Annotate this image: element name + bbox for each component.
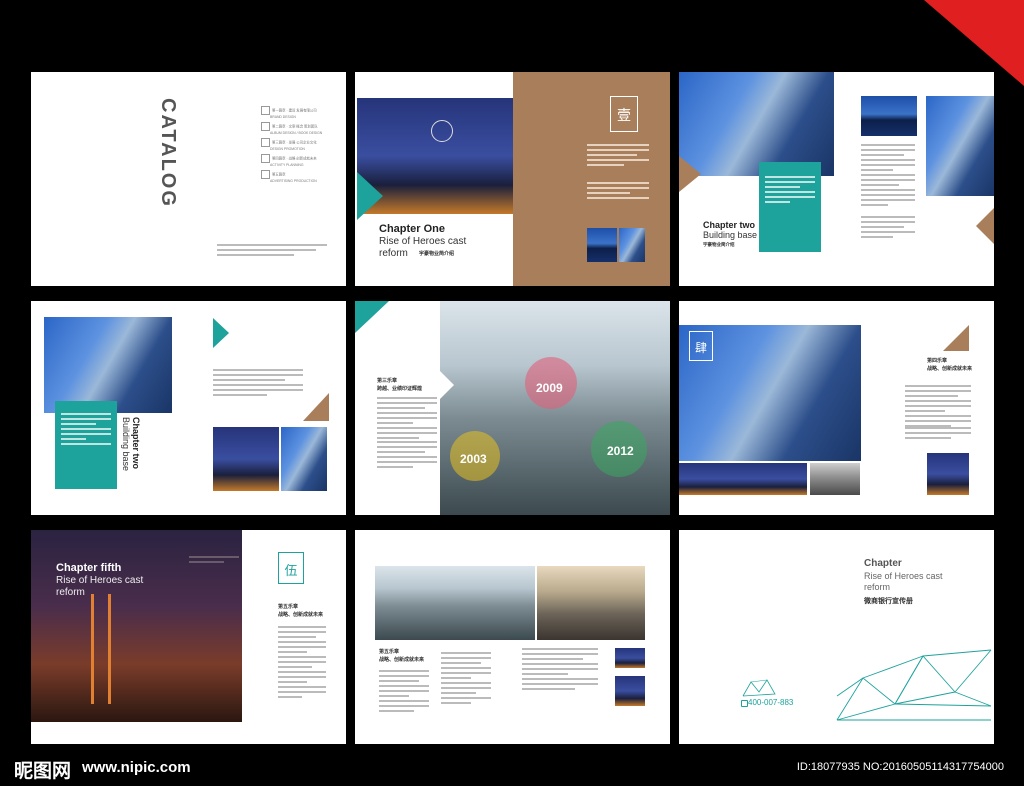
catalog-item[interactable]: 第五篇章 ADVERTISING PRODUCTION xyxy=(261,170,317,184)
chapter-cn: 微商银行宣传册 xyxy=(864,598,913,605)
ferris-wheel-icon xyxy=(431,120,453,142)
text-block xyxy=(189,556,239,566)
year-label: 2009 xyxy=(536,381,563,395)
chapter-subtitle: reform xyxy=(56,587,85,598)
spread-back-cover[interactable]: 400-007-883 Chapter Rise of Heroes cast … xyxy=(679,530,994,744)
heading-cn: 跨越、业绩印证辉煌 xyxy=(377,386,423,392)
tower-photo xyxy=(281,427,327,491)
catalog-title: CATALOG xyxy=(157,98,179,208)
bridge-tower-icon xyxy=(91,594,111,704)
skyscraper-photo xyxy=(44,317,172,413)
spread-chapter-five-b[interactable]: 第五乐章 战略、创新成就未来 xyxy=(355,530,670,744)
chapter-title: Chapter fifth xyxy=(56,562,122,574)
arrow-notch xyxy=(440,371,454,399)
city-photo xyxy=(861,96,917,136)
brown-triangle xyxy=(679,156,701,192)
teal-triangle xyxy=(355,301,389,333)
night-city-photo xyxy=(679,463,807,495)
logo-polygon-icon xyxy=(742,679,776,697)
chapter-subtitle: Building base xyxy=(703,230,758,240)
heading-cn: 战略、创新成就未来 xyxy=(379,657,425,663)
spread-chapter-two[interactable]: Chapter two Building base 宇豪物业简介绍 xyxy=(679,72,994,286)
phone-icon xyxy=(741,700,748,707)
building-photo xyxy=(537,566,645,640)
tower-photo xyxy=(619,228,645,262)
heading-cn: 第五乐章 xyxy=(379,649,400,655)
chapter-title: Chapter xyxy=(864,558,902,569)
watermark-logo: 昵图网 xyxy=(14,761,72,782)
chapter-subtitle: Rise of Heroes cast xyxy=(56,575,144,586)
chapter-subtitle: Rise of Heroes cast xyxy=(379,236,467,247)
geometric-lines-graphic xyxy=(836,649,992,721)
spread-catalog[interactable]: CATALOG 第一篇章 · 建设 发展有限公司 BRAND DESIGN 第二篇… xyxy=(31,72,346,286)
city-photo xyxy=(587,228,617,262)
text-block xyxy=(861,144,915,209)
spread-chapter-one[interactable]: Chapter One Rise of Heroes cast reform 宇… xyxy=(355,72,670,286)
catalog-item[interactable]: 第一篇章 · 建设 发展有限公司 BRAND DESIGN xyxy=(261,106,317,120)
chapter-title-vertical: Chapter two Building base xyxy=(121,417,141,472)
text-block xyxy=(905,385,971,430)
year-label: 2012 xyxy=(607,444,634,458)
catalog-item[interactable]: 第二篇章 · 文案 概念 策划团队 ALBUM DESIGN / BOOK DES… xyxy=(261,122,322,136)
teal-triangle xyxy=(213,318,229,348)
chapter-cn: 宇豪物业简介绍 xyxy=(419,251,455,257)
heading-cn: 第五乐章 xyxy=(278,604,299,610)
text-block xyxy=(278,626,326,701)
chapter-seal: 肆 xyxy=(689,331,713,361)
heading-cn: 第三乐章 xyxy=(377,378,398,384)
text-block xyxy=(441,652,491,707)
catalog-item[interactable]: 第四篇章 · 战略 创新成就未来 ACTIVITY PLANNING xyxy=(261,154,317,168)
text-block xyxy=(522,648,598,693)
heading-cn: 战略、创新成就未来 xyxy=(278,612,324,618)
brown-triangle xyxy=(943,325,969,351)
text-block xyxy=(905,427,971,442)
text-block xyxy=(217,244,327,259)
spread-timeline[interactable]: 第三乐章 跨越、业绩印证辉煌 2009 2003 2012 xyxy=(355,301,670,515)
text-block xyxy=(377,397,437,442)
brown-triangle xyxy=(303,393,329,421)
chapter-title: Chapter two xyxy=(703,220,756,230)
heading-cn: 战略、创新成就未来 xyxy=(927,366,973,372)
spread-chapter-two-b[interactable]: Chapter two Building base xyxy=(31,301,346,515)
catalog-item[interactable]: 第三篇章 · 发展 公司企业文化 DESIGN PROMOTION xyxy=(261,138,317,152)
year-label: 2003 xyxy=(460,452,487,466)
chapter-seal: 壹 xyxy=(610,96,638,132)
chapter-subtitle: reform xyxy=(379,248,408,259)
chapter-subtitle: reform xyxy=(864,582,891,592)
skyline-photo xyxy=(375,566,535,640)
heading-cn: 第四乐章 xyxy=(927,358,948,364)
night-city-photo xyxy=(615,648,645,668)
chapter-title: Chapter One xyxy=(379,223,446,235)
text-block xyxy=(379,670,429,715)
text-block xyxy=(61,413,111,448)
spread-chapter-fifth[interactable]: Chapter fifth Rise of Heroes cast reform… xyxy=(31,530,346,744)
text-block xyxy=(587,144,649,169)
chapter-cn: 宇豪物业简介绍 xyxy=(703,242,735,247)
text-block xyxy=(861,216,915,241)
text-block xyxy=(765,176,815,206)
watermark-id: ID:18077935 NO:20160505114317754000 xyxy=(796,761,1004,773)
phone-number: 400-007-883 xyxy=(748,698,794,707)
night-city-photo xyxy=(615,676,645,706)
brown-triangle xyxy=(976,208,994,244)
watermark-site: www.nipic.com xyxy=(82,759,191,776)
city-photo xyxy=(927,453,969,495)
tower-photo xyxy=(926,96,994,196)
text-block xyxy=(213,369,303,399)
chapter-subtitle: Rise of Heroes cast xyxy=(864,571,943,581)
teal-triangle xyxy=(357,172,383,220)
skyscraper-photo xyxy=(679,72,834,176)
text-block xyxy=(377,441,437,471)
building-photo xyxy=(810,463,860,495)
spread-chapter-four[interactable]: 肆 第四乐章 战略、创新成就未来 xyxy=(679,301,994,515)
chapter-seal: 伍 xyxy=(278,552,304,584)
text-block xyxy=(587,182,649,202)
night-city-photo xyxy=(213,427,279,491)
